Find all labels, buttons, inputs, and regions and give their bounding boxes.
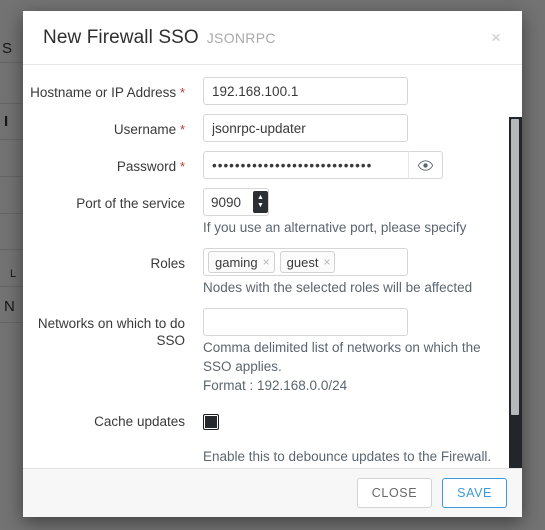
modal-scrollbar[interactable] (509, 117, 522, 468)
control-networks: Comma delimited list of networks on whic… (185, 308, 502, 397)
cache-updates-help-text-2: By default, PacketFence will send a SSO … (203, 466, 502, 468)
role-tag[interactable]: guest × (279, 251, 336, 273)
modal-subtitle: JSONRPC (206, 29, 276, 46)
control-hostname (185, 77, 502, 105)
close-button[interactable]: CLOSE (356, 478, 433, 508)
modal-footer: CLOSE SAVE (23, 468, 522, 517)
port-spinner-icon[interactable]: ▲ ▼ (253, 191, 268, 213)
label-username-text: Username (113, 122, 177, 137)
form-row-port: Port of the service ▲ ▼ If you use an al… (23, 188, 522, 239)
form-row-networks: Networks on which to do SSO Comma delimi… (23, 308, 522, 397)
label-password: Password * (23, 151, 185, 175)
cache-updates-help-text-1: Enable this to debounce updates to the F… (203, 449, 492, 464)
label-port: Port of the service (23, 188, 185, 212)
role-tag-label: gaming (215, 254, 258, 270)
control-username (185, 114, 502, 142)
modal-scrollbar-thumb[interactable] (511, 119, 519, 415)
label-cache-updates: Cache updates (23, 406, 185, 430)
modal-header: New Firewall SSO JSONRPC × (23, 11, 522, 65)
port-input[interactable] (204, 189, 253, 215)
form-row-roles: Roles gaming × guest × Nodes with the se… (23, 248, 522, 299)
remove-tag-icon[interactable]: × (323, 256, 330, 268)
port-help-text: If you use an alternative port, please s… (203, 220, 467, 235)
modal-body: Hostname or IP Address * Username * (23, 65, 522, 468)
chevron-up-icon[interactable]: ▲ (257, 194, 264, 202)
close-icon[interactable]: × (486, 28, 506, 48)
username-input[interactable] (203, 114, 408, 142)
eye-icon[interactable] (408, 151, 443, 179)
label-password-text: Password (116, 159, 177, 174)
control-port: ▲ ▼ If you use an alternative port, plea… (185, 188, 502, 239)
label-cache-updates-text: Cache updates (94, 414, 185, 429)
form-row-password: Password * (23, 151, 522, 179)
form-row-hostname: Hostname or IP Address * (23, 77, 522, 105)
label-roles: Roles (23, 248, 185, 272)
password-input[interactable] (203, 151, 408, 179)
label-hostname: Hostname or IP Address * (23, 77, 185, 101)
label-networks-text: Networks on which to do SSO (37, 316, 185, 348)
chevron-down-icon[interactable]: ▼ (257, 202, 264, 210)
remove-tag-icon[interactable]: × (263, 256, 270, 268)
modal-title: New Firewall SSO (43, 26, 199, 48)
label-networks: Networks on which to do SSO (23, 308, 185, 349)
role-tag-label: guest (286, 254, 319, 270)
label-port-text: Port of the service (76, 196, 185, 211)
form-row-cache-updates: Cache updates Enable this to debounce up… (23, 406, 522, 468)
role-tag[interactable]: gaming × (208, 251, 275, 273)
cache-updates-checkbox[interactable] (203, 414, 219, 430)
roles-help-text: Nodes with the selected roles will be af… (203, 280, 473, 295)
roles-tag-input[interactable]: gaming × guest × (203, 248, 408, 276)
networks-input[interactable] (203, 308, 408, 336)
save-button[interactable]: SAVE (442, 478, 507, 508)
label-roles-text: Roles (150, 256, 185, 271)
networks-help-text-2: Format : 192.168.0.0/24 (203, 378, 348, 393)
form: Hostname or IP Address * Username * (23, 77, 522, 468)
password-input-group (203, 151, 443, 179)
port-stepper: ▲ ▼ (203, 188, 269, 216)
hostname-input[interactable] (203, 77, 408, 105)
new-firewall-sso-modal: New Firewall SSO JSONRPC × Hostname or I… (23, 11, 522, 517)
control-cache-updates: Enable this to debounce updates to the F… (185, 406, 502, 468)
control-roles: gaming × guest × Nodes with the selected… (185, 248, 502, 299)
app-backdrop: S I L N New Firewall SSO JSONRPC × Hostn… (0, 0, 545, 530)
networks-help-text-1: Comma delimited list of networks on whic… (203, 340, 481, 374)
control-password (185, 151, 502, 179)
label-hostname-text: Hostname or IP Address (30, 85, 177, 100)
label-username: Username * (23, 114, 185, 138)
form-row-username: Username * (23, 114, 522, 142)
